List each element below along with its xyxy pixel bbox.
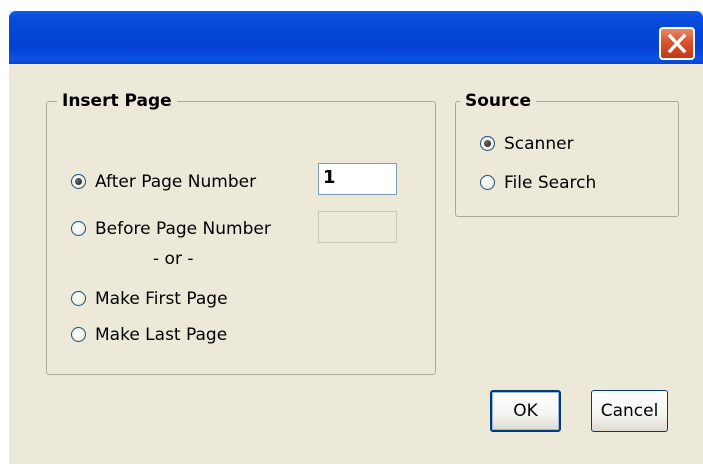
source-group: Source Scanner File Search [455, 90, 679, 217]
radio-make-first-page[interactable]: Make First Page [71, 288, 271, 312]
radio-button-after[interactable] [71, 174, 86, 189]
ok-button-label: OK [513, 401, 538, 421]
ok-button[interactable]: OK [490, 390, 561, 432]
radio-file-search[interactable]: File Search [480, 172, 640, 196]
insert-page-group-title: Insert Page [57, 90, 177, 112]
before-page-number-label: Before Page Number [95, 219, 271, 239]
title-bar[interactable] [9, 11, 703, 64]
radio-button-before[interactable] [71, 221, 86, 236]
before-page-number-input[interactable] [318, 211, 397, 243]
radio-before-page-number[interactable]: Before Page Number [71, 218, 311, 242]
scanner-label: Scanner [504, 134, 574, 154]
radio-button-file-search[interactable] [480, 175, 495, 190]
radio-button-scanner[interactable] [480, 136, 495, 151]
source-group-title: Source [460, 90, 537, 112]
close-button[interactable] [659, 27, 695, 60]
radio-button-first[interactable] [71, 291, 86, 306]
after-page-number-label: After Page Number [95, 172, 257, 192]
or-separator: - or - [153, 249, 194, 269]
insert-page-dialog: Insert Page After Page Number 1 Before P… [9, 11, 703, 464]
radio-button-last[interactable] [71, 327, 86, 342]
after-page-number-input[interactable]: 1 [318, 163, 397, 195]
radio-after-page-number[interactable]: After Page Number [71, 171, 311, 195]
cancel-button-label: Cancel [600, 401, 659, 421]
close-x-icon [667, 33, 687, 54]
cancel-button[interactable]: Cancel [591, 390, 668, 432]
insert-page-group: Insert Page After Page Number 1 Before P… [46, 90, 436, 375]
file-search-label: File Search [504, 173, 597, 193]
radio-make-last-page[interactable]: Make Last Page [71, 324, 271, 348]
make-first-page-label: Make First Page [95, 289, 228, 309]
make-last-page-label: Make Last Page [95, 325, 228, 345]
radio-scanner[interactable]: Scanner [480, 133, 640, 157]
